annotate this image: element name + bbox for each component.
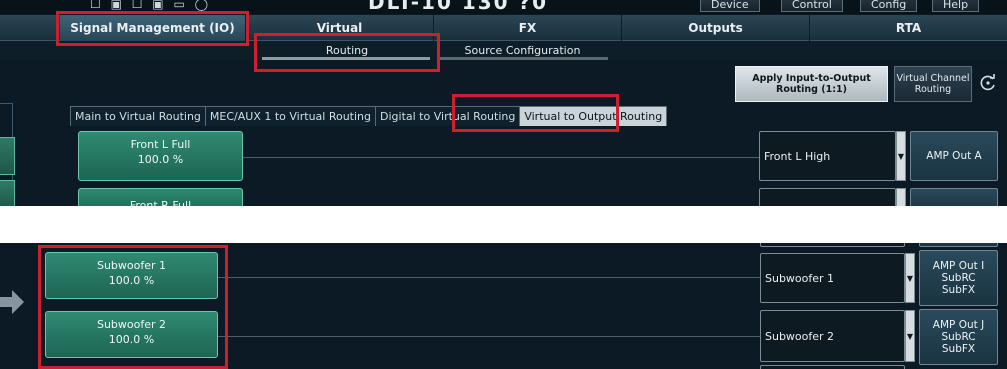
virtual-channel-routing-button[interactable]: Virtual Channel Routing	[894, 66, 972, 102]
device-button[interactable]: Device	[700, 0, 760, 12]
config-button[interactable]: Config	[860, 0, 918, 12]
routing-line	[218, 277, 760, 278]
left-source-stub[interactable]	[0, 180, 15, 206]
main-tab-bar: Signal Management (IO) Virtual FX Output…	[0, 15, 1007, 41]
source-button-subwoofer-1[interactable]: Subwoofer 1 100.0 %	[45, 252, 218, 299]
routing-line	[218, 336, 760, 337]
source-button-front-r-full[interactable]: Front R Full	[78, 188, 243, 206]
output-select-subwoofer-1[interactable]: Subwoofer 1	[760, 253, 905, 303]
output-target-amp-out-a[interactable]: AMP Out A	[910, 131, 998, 181]
apply-input-to-output-routing-button[interactable]: Apply Input-to-Output Routing (1:1)	[735, 66, 888, 102]
title-strip: ☐ ▣ ☐ ▣ ▭ ◯ DLT-10 130 ?0 Device Control…	[0, 0, 1007, 14]
tab-rta[interactable]: RTA	[810, 15, 1007, 41]
tab-fx[interactable]: FX	[434, 15, 622, 41]
source-level: 100.0 %	[108, 333, 155, 346]
control-button[interactable]: Control	[781, 0, 843, 12]
arrow-right-icon	[0, 290, 24, 314]
output-select-front-l-high[interactable]: Front L High	[759, 131, 896, 181]
help-button[interactable]: Help	[932, 0, 980, 12]
sub-tab-bar: Routing Source Configuration	[0, 41, 1007, 60]
refresh-icon[interactable]	[978, 73, 998, 93]
window-controls-icon: ☐ ▣ ☐ ▣ ▭ ◯	[90, 0, 212, 11]
screenshot-stage: ☐ ▣ ☐ ▣ ▭ ◯ DLT-10 130 ?0 Device Control…	[0, 0, 1007, 369]
top-panel: ☐ ▣ ☐ ▣ ▭ ◯ DLT-10 130 ?0 Device Control…	[0, 0, 1007, 206]
subtab-routing-underline	[262, 57, 430, 60]
tab-main-to-virtual[interactable]: Main to Virtual Routing	[70, 106, 205, 126]
source-level: 100.0 %	[137, 153, 184, 166]
chevron-down-icon[interactable]	[896, 188, 906, 206]
tab-outputs[interactable]: Outputs	[622, 15, 810, 41]
bottom-panel: Subwoofer 1 100.0 % Subwoofer 1 ▼ AMP Ou…	[0, 243, 1007, 369]
output-target-previous[interactable]	[919, 243, 998, 247]
left-source-stub[interactable]	[0, 137, 15, 175]
source-name: Front R Full	[129, 199, 192, 206]
output-select-previous[interactable]	[760, 243, 905, 247]
target-line: SubRC	[941, 272, 976, 284]
chevron-down-icon[interactable]: ▼	[905, 310, 915, 362]
target-line: SubFX	[941, 343, 976, 355]
target-line: SubRC	[941, 331, 976, 343]
target-line: AMP Out J	[932, 319, 985, 331]
tab-digital-to-virtual[interactable]: Digital to Virtual Routing	[375, 106, 520, 126]
window-title: DLT-10 130 ?0	[368, 0, 549, 14]
output-target-amp-out-i[interactable]: AMP Out I SubRC SubFX	[919, 250, 998, 306]
output-select-subwoofer-2[interactable]: Subwoofer 2	[760, 310, 905, 362]
source-button-front-l-full[interactable]: Front L Full 100.0 %	[78, 131, 243, 181]
target-line: SubFX	[941, 284, 976, 296]
source-level: 100.0 %	[108, 274, 155, 287]
tab-signal-management[interactable]: Signal Management (IO)	[60, 15, 246, 41]
chevron-down-icon[interactable]: ▼	[905, 253, 915, 303]
output-select-next[interactable]	[760, 365, 905, 369]
routing-line	[243, 157, 760, 158]
routing-tab-strip: Main to Virtual Routing MEC/AUX 1 to Vir…	[70, 106, 668, 126]
target-line: AMP Out I	[932, 260, 985, 272]
source-name: Subwoofer 2	[96, 318, 167, 331]
tab-mec-aux-to-virtual[interactable]: MEC/AUX 1 to Virtual Routing	[204, 106, 376, 126]
chevron-down-icon[interactable]: ▼	[896, 131, 906, 181]
source-button-subwoofer-2[interactable]: Subwoofer 2 100.0 %	[45, 311, 218, 358]
output-target-amp-out-j[interactable]: AMP Out J SubRC SubFX	[919, 309, 998, 365]
source-name: Subwoofer 1	[96, 259, 167, 272]
source-name: Front L Full	[130, 138, 191, 151]
output-select-front-r[interactable]	[759, 188, 896, 206]
tab-virtual[interactable]: Virtual	[246, 15, 434, 41]
tab-virtual-to-output[interactable]: Virtual to Output Routing	[519, 106, 668, 126]
subtab-source-underline	[440, 57, 608, 60]
output-target[interactable]	[910, 188, 998, 206]
